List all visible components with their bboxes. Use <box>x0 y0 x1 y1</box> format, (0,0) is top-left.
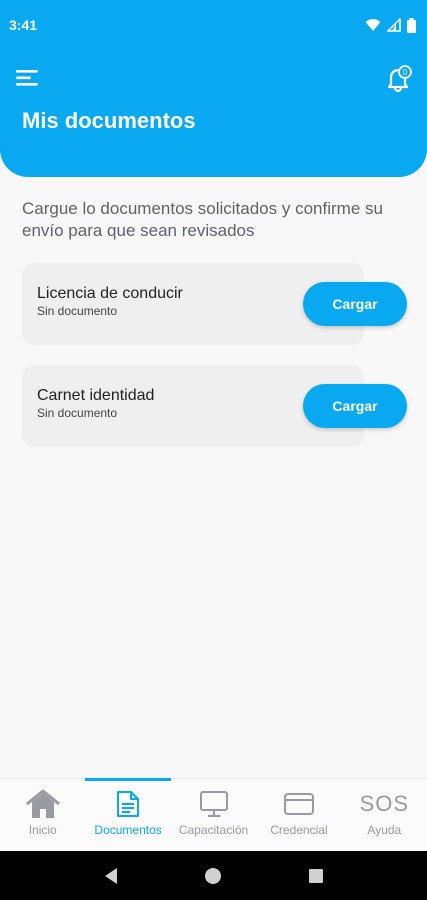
system-recents-button[interactable] <box>296 856 336 896</box>
document-icon <box>116 789 140 819</box>
system-navigation-bar <box>0 851 427 900</box>
nav-label: Capacitación <box>178 823 249 837</box>
hamburger-menu-icon <box>16 70 38 86</box>
active-tab-indicator <box>85 778 171 781</box>
recents-square-icon <box>308 868 323 883</box>
app-header: 3:41 0 Mis documentos <box>0 0 427 177</box>
status-time: 3:41 <box>9 17 38 33</box>
system-home-button[interactable] <box>193 856 233 896</box>
page-title: Mis documentos <box>22 108 196 133</box>
back-triangle-icon <box>105 867 118 884</box>
document-status: Sin documento <box>37 406 118 420</box>
nav-label: Inicio <box>28 823 57 837</box>
battery-icon <box>407 17 416 33</box>
nav-item-credencial[interactable]: Credencial <box>256 779 341 851</box>
bell-icon: 0 <box>387 65 412 93</box>
nav-item-inicio[interactable]: Inicio <box>0 779 85 851</box>
home-circle-icon <box>205 867 222 884</box>
system-back-button[interactable] <box>91 856 131 896</box>
notifications-button[interactable]: 0 <box>383 64 415 96</box>
home-icon <box>25 789 61 819</box>
instructions-text: Cargue lo documentos solicitados y confi… <box>22 199 383 240</box>
nav-item-documentos[interactable]: Documentos <box>85 778 171 851</box>
document-status: Sin documento <box>37 304 118 318</box>
monitor-icon <box>199 789 229 819</box>
sos-icon: SOS <box>360 789 409 819</box>
card-icon <box>283 789 315 819</box>
notification-badge-count: 0 <box>403 68 408 77</box>
bottom-navigation: Inicio Documentos Capacitación Credencia… <box>0 778 427 851</box>
document-name: Carnet identidad <box>37 387 155 404</box>
wifi-icon <box>365 19 381 31</box>
nav-item-ayuda[interactable]: SOS Ayuda <box>342 779 427 851</box>
status-icons <box>365 17 416 33</box>
sos-icon-text: SOS <box>359 791 410 816</box>
document-name: Licencia de conducir <box>37 285 183 302</box>
nav-label: Ayuda <box>367 823 402 837</box>
upload-license-button[interactable]: Cargar <box>303 282 407 326</box>
nav-item-capacitacion[interactable]: Capacitación <box>171 779 256 851</box>
upload-id-button[interactable]: Cargar <box>303 384 407 428</box>
menu-button[interactable] <box>16 68 44 92</box>
nav-label: Credencial <box>270 823 328 837</box>
cell-signal-icon <box>387 18 401 32</box>
status-bar: 3:41 <box>0 0 427 50</box>
nav-label: Documentos <box>94 823 162 837</box>
